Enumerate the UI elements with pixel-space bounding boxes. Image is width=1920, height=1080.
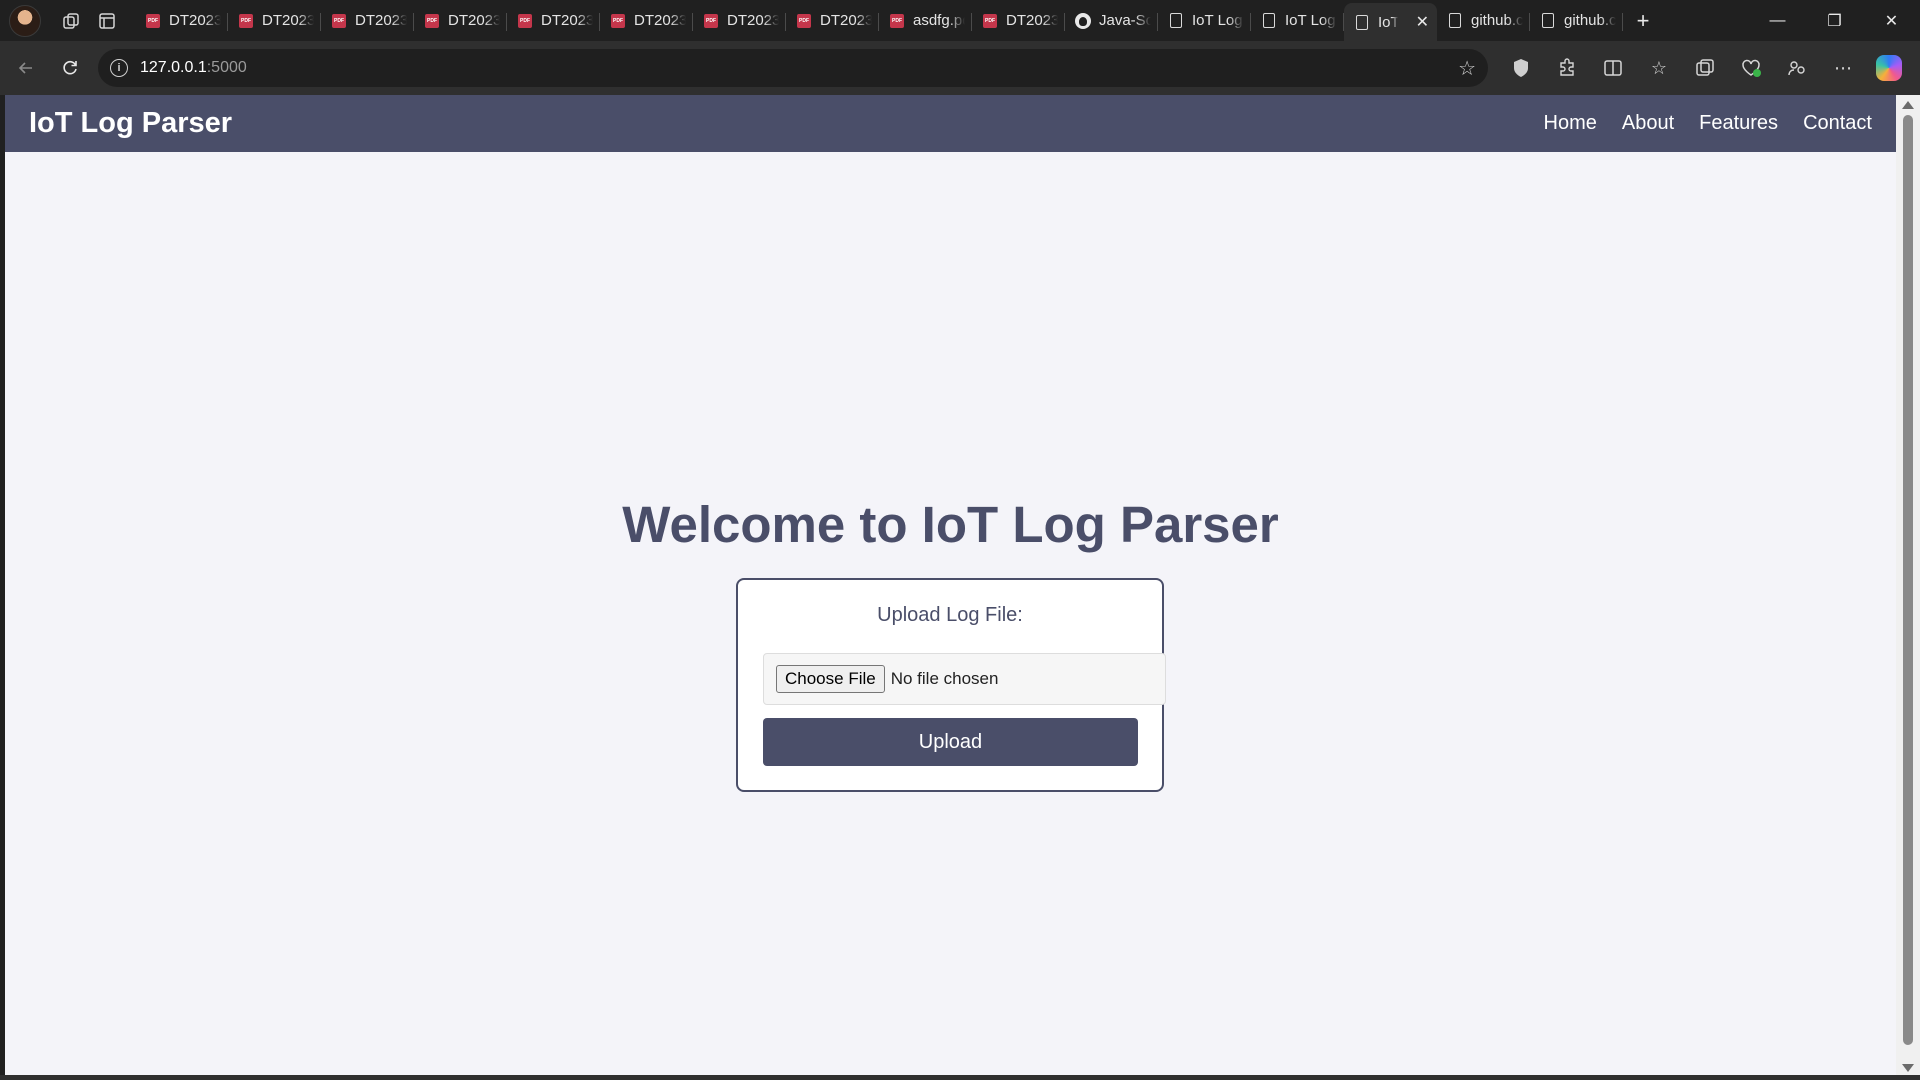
browser-tab-strip: PDF DT2023 PDF DT2023 PDF DT2023 PDF DT2023 PDF D…: [0, 0, 1920, 41]
browser-essentials-icon[interactable]: [1728, 48, 1774, 88]
nav-link-features[interactable]: Features: [1699, 112, 1778, 135]
tab-title: asdfg.pdf: [913, 12, 965, 29]
scrollbar-thumb[interactable]: [1903, 115, 1913, 1045]
tab-title: DT2023: [169, 12, 221, 29]
extensions-icon[interactable]: [1544, 48, 1590, 88]
browser-tab[interactable]: PDF DT2023: [693, 5, 786, 37]
pdf-icon: PDF: [145, 13, 161, 29]
new-tab-button[interactable]: +: [1623, 5, 1663, 37]
split-screen-icon[interactable]: [1590, 48, 1636, 88]
upload-label: Upload Log File:: [877, 604, 1023, 626]
url-text: 127.0.0.1:5000: [140, 59, 247, 76]
browser-toolbar: i 127.0.0.1:5000 ☆ ☆ ⋯: [0, 41, 1920, 95]
minimize-icon[interactable]: —: [1749, 0, 1806, 41]
browser-tabs: PDF DT2023 PDF DT2023 PDF DT2023 PDF DT2023 PDF D…: [135, 0, 1623, 41]
shield-icon[interactable]: [1498, 48, 1544, 88]
browser-tab[interactable]: github.c: [1530, 5, 1623, 37]
browser-tab[interactable]: PDF DT2023: [414, 5, 507, 37]
close-window-icon[interactable]: ✕: [1863, 0, 1920, 41]
nav-link-home[interactable]: Home: [1544, 112, 1597, 135]
tab-title: IoT: [1378, 13, 1398, 31]
upload-form: Upload Log File: Choose File No file cho…: [736, 578, 1166, 792]
nav-link-contact[interactable]: Contact: [1803, 112, 1872, 135]
tab-title: DT2023: [448, 12, 500, 29]
tab-title: DT2023: [355, 12, 407, 29]
tab-title: DT2023: [541, 12, 593, 29]
tab-title: DT2023: [634, 12, 686, 29]
site-info-icon[interactable]: i: [110, 59, 128, 77]
tab-title: github.c: [1564, 12, 1616, 29]
vertical-tabs-icon[interactable]: [89, 5, 125, 37]
tab-title: DT2023: [1006, 12, 1058, 29]
browser-tab[interactable]: IoT Log: [1251, 5, 1344, 37]
pdf-icon: PDF: [517, 13, 533, 29]
pdf-icon: PDF: [982, 13, 998, 29]
document-icon: [1354, 14, 1370, 30]
tab-title: github.c: [1471, 12, 1523, 29]
tab-title: DT2023: [262, 12, 314, 29]
file-input[interactable]: Choose File No file chosen: [763, 653, 1166, 705]
pdf-icon: PDF: [238, 13, 254, 29]
tab-title: DT2023: [820, 12, 872, 29]
pdf-icon: PDF: [796, 13, 812, 29]
document-icon: [1540, 13, 1556, 29]
pdf-icon: PDF: [331, 13, 347, 29]
site-brand[interactable]: IoT Log Parser: [29, 107, 232, 140]
pdf-icon: PDF: [703, 13, 719, 29]
workspaces-icon[interactable]: [53, 5, 89, 37]
browser-tab[interactable]: github.c: [1437, 5, 1530, 37]
page-viewport: IoT Log Parser Home About Features Conta…: [5, 95, 1896, 1075]
page-scrollbar[interactable]: [1896, 95, 1920, 1080]
profile-sync-icon[interactable]: [1774, 48, 1820, 88]
choose-file-button[interactable]: Choose File: [776, 665, 885, 693]
more-menu-icon[interactable]: ⋯: [1820, 48, 1866, 88]
file-status-text: No file chosen: [890, 669, 999, 688]
copilot-icon[interactable]: [1866, 48, 1912, 88]
restore-icon[interactable]: ❐: [1806, 0, 1863, 41]
page-title: Welcome to IoT Log Parser: [622, 496, 1279, 553]
refresh-icon[interactable]: [48, 48, 92, 88]
browser-tab[interactable]: PDF DT2023: [786, 5, 879, 37]
document-icon: [1447, 13, 1463, 29]
profile-avatar[interactable]: [9, 4, 41, 37]
browser-tab[interactable]: PDF DT2023: [507, 5, 600, 37]
browser-tab[interactable]: Java-So: [1065, 5, 1158, 37]
pdf-icon: PDF: [610, 13, 626, 29]
close-tab-icon[interactable]: ✕: [1416, 12, 1429, 32]
window-bottom-edge: [0, 1075, 1920, 1080]
tab-title: IoT Log: [1192, 12, 1243, 29]
browser-tab[interactable]: IoT Log: [1158, 5, 1251, 37]
browser-tab[interactable]: PDF DT2023: [972, 5, 1065, 37]
browser-tab-active[interactable]: IoT ✕: [1344, 3, 1437, 41]
favorites-icon[interactable]: ☆: [1636, 48, 1682, 88]
nav-link-about[interactable]: About: [1622, 112, 1674, 135]
browser-tab[interactable]: PDF DT2023: [321, 5, 414, 37]
browser-tab[interactable]: PDF asdfg.pdf: [879, 5, 972, 37]
tab-title: Java-So: [1099, 12, 1151, 29]
site-nav-links: Home About Features Contact: [1519, 112, 1873, 135]
browser-tab[interactable]: PDF DT2023: [600, 5, 693, 37]
browser-tab[interactable]: PDF DT2023: [135, 5, 228, 37]
main-content: Welcome to IoT Log Parser Upload Log Fil…: [5, 152, 1896, 1075]
tab-title: IoT Log: [1285, 12, 1336, 29]
upload-button[interactable]: Upload: [763, 718, 1138, 766]
pdf-icon: PDF: [424, 13, 440, 29]
pdf-icon: PDF: [889, 13, 905, 29]
github-icon: [1075, 12, 1091, 29]
tab-title: DT2023: [727, 12, 779, 29]
scroll-up-arrow-icon[interactable]: [1902, 101, 1914, 109]
scroll-down-arrow-icon[interactable]: [1902, 1064, 1914, 1072]
document-icon: [1261, 13, 1277, 29]
site-navbar: IoT Log Parser Home About Features Conta…: [5, 95, 1896, 152]
browser-tab[interactable]: PDF DT2023: [228, 5, 321, 37]
back-icon[interactable]: [4, 48, 48, 88]
favorite-star-icon[interactable]: ☆: [1458, 56, 1476, 81]
collections-icon[interactable]: [1682, 48, 1728, 88]
address-bar[interactable]: i 127.0.0.1:5000 ☆: [98, 49, 1488, 87]
document-icon: [1168, 13, 1184, 29]
